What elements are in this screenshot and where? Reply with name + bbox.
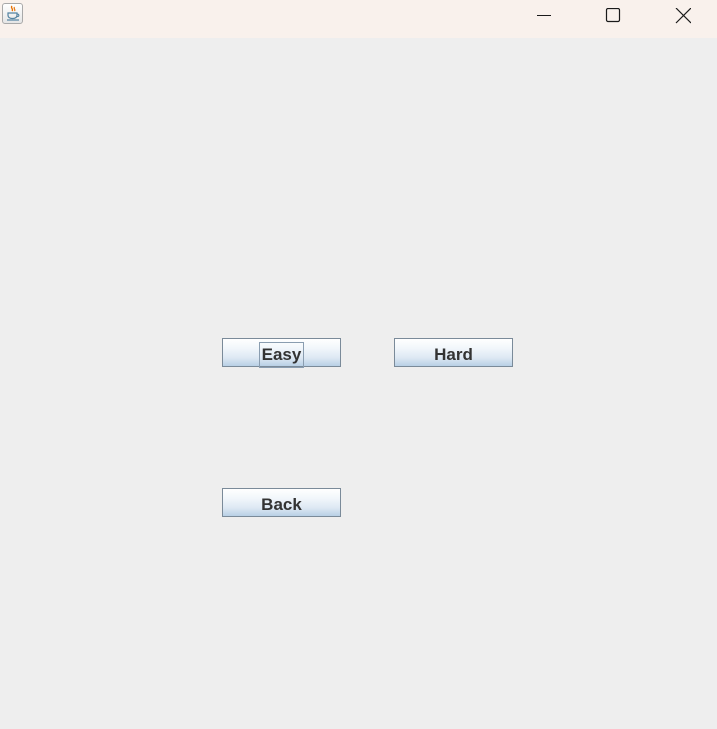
back-button[interactable]: Back [222,488,341,517]
easy-button[interactable]: Easy [222,338,341,368]
maximize-icon [605,8,621,23]
minimize-icon [537,15,551,16]
easy-button-label: Easy [258,342,305,368]
close-icon [675,8,691,24]
maximize-button[interactable] [590,0,636,32]
app-window: Easy Hard Back [0,0,717,729]
minimize-button[interactable] [521,0,567,32]
java-coffee-cup-icon[interactable] [2,3,23,24]
close-button[interactable] [660,0,706,32]
hard-button-label: Hard [434,345,473,364]
back-button-label: Back [261,495,302,514]
content-panel: Easy Hard Back [0,38,717,729]
hard-button[interactable]: Hard [394,338,513,367]
title-bar[interactable] [0,0,717,38]
